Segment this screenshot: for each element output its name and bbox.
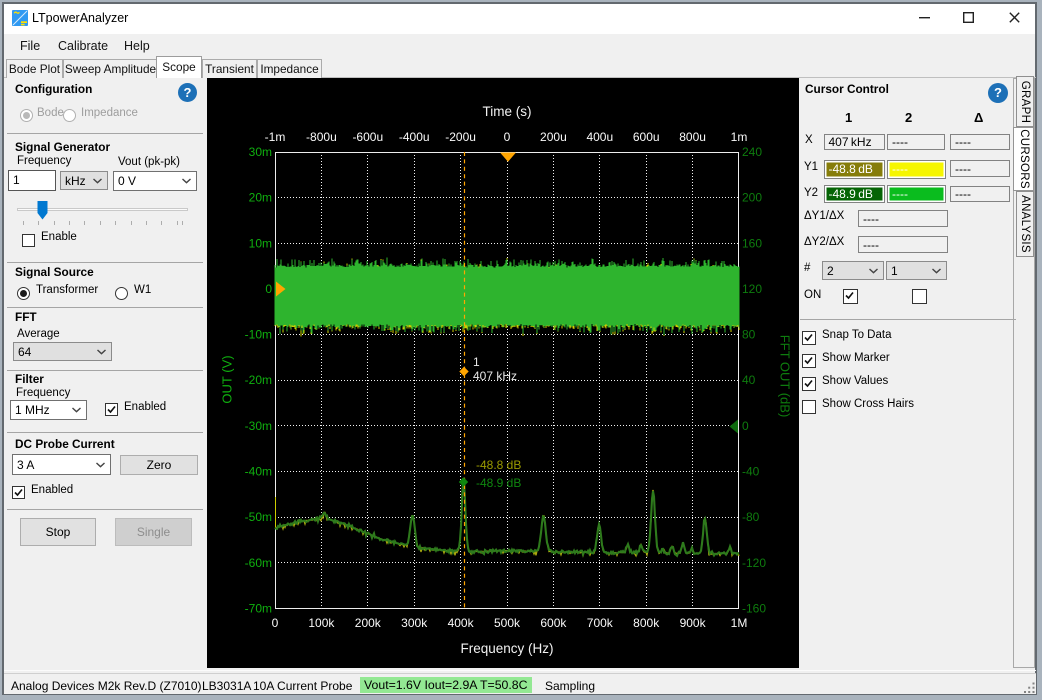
svg-text:600u: 600u	[633, 130, 660, 144]
svg-text:-48.9 dB: -48.9 dB	[476, 476, 521, 490]
svg-text:-400u: -400u	[399, 130, 430, 144]
svg-text:240: 240	[742, 145, 762, 159]
svg-text:-600u: -600u	[352, 130, 383, 144]
svg-text:OUT (V): OUT (V)	[220, 355, 235, 403]
svg-text:-120: -120	[742, 556, 766, 570]
svg-text:-60m: -60m	[245, 556, 272, 570]
svg-text:-200u: -200u	[445, 130, 476, 144]
svg-text:0: 0	[742, 419, 749, 433]
svg-text:-40: -40	[742, 465, 760, 479]
svg-text:20m: 20m	[249, 191, 272, 205]
svg-text:400k: 400k	[448, 616, 475, 630]
svg-text:400u: 400u	[586, 130, 613, 144]
svg-text:-50m: -50m	[245, 510, 272, 524]
svg-text:120: 120	[742, 282, 762, 296]
svg-text:-800u: -800u	[306, 130, 337, 144]
svg-text:Frequency (Hz): Frequency (Hz)	[460, 641, 553, 656]
svg-text:-48.8 dB: -48.8 dB	[476, 458, 521, 472]
svg-text:-160: -160	[742, 602, 766, 616]
svg-text:80: 80	[742, 328, 756, 342]
svg-text:407 kHz: 407 kHz	[473, 369, 517, 383]
svg-text:600k: 600k	[540, 616, 567, 630]
svg-text:-80: -80	[742, 510, 760, 524]
svg-text:900k: 900k	[680, 616, 707, 630]
svg-text:1: 1	[473, 355, 480, 369]
svg-text:FFT OUT (dB): FFT OUT (dB)	[778, 335, 793, 418]
svg-text:Time (s): Time (s)	[483, 104, 532, 119]
svg-text:0: 0	[272, 616, 279, 630]
svg-text:800k: 800k	[633, 616, 660, 630]
svg-text:-20m: -20m	[245, 373, 272, 387]
svg-text:700k: 700k	[587, 616, 614, 630]
svg-text:1M: 1M	[731, 616, 748, 630]
svg-text:-40m: -40m	[245, 465, 272, 479]
svg-text:200: 200	[742, 191, 762, 205]
svg-text:-10m: -10m	[245, 328, 272, 342]
svg-text:200u: 200u	[540, 130, 567, 144]
svg-text:-1m: -1m	[265, 130, 286, 144]
svg-text:500k: 500k	[494, 616, 521, 630]
svg-text:-70m: -70m	[245, 602, 272, 616]
svg-text:0: 0	[504, 130, 511, 144]
svg-text:100k: 100k	[308, 616, 335, 630]
svg-text:800u: 800u	[679, 130, 706, 144]
svg-text:40: 40	[742, 373, 756, 387]
svg-text:0: 0	[265, 282, 272, 296]
svg-text:1m: 1m	[731, 130, 748, 144]
svg-text:-30m: -30m	[245, 419, 272, 433]
svg-text:160: 160	[742, 236, 762, 250]
svg-text:200k: 200k	[355, 616, 382, 630]
svg-text:300k: 300k	[401, 616, 428, 630]
svg-text:30m: 30m	[249, 145, 272, 159]
svg-text:10m: 10m	[249, 236, 272, 250]
